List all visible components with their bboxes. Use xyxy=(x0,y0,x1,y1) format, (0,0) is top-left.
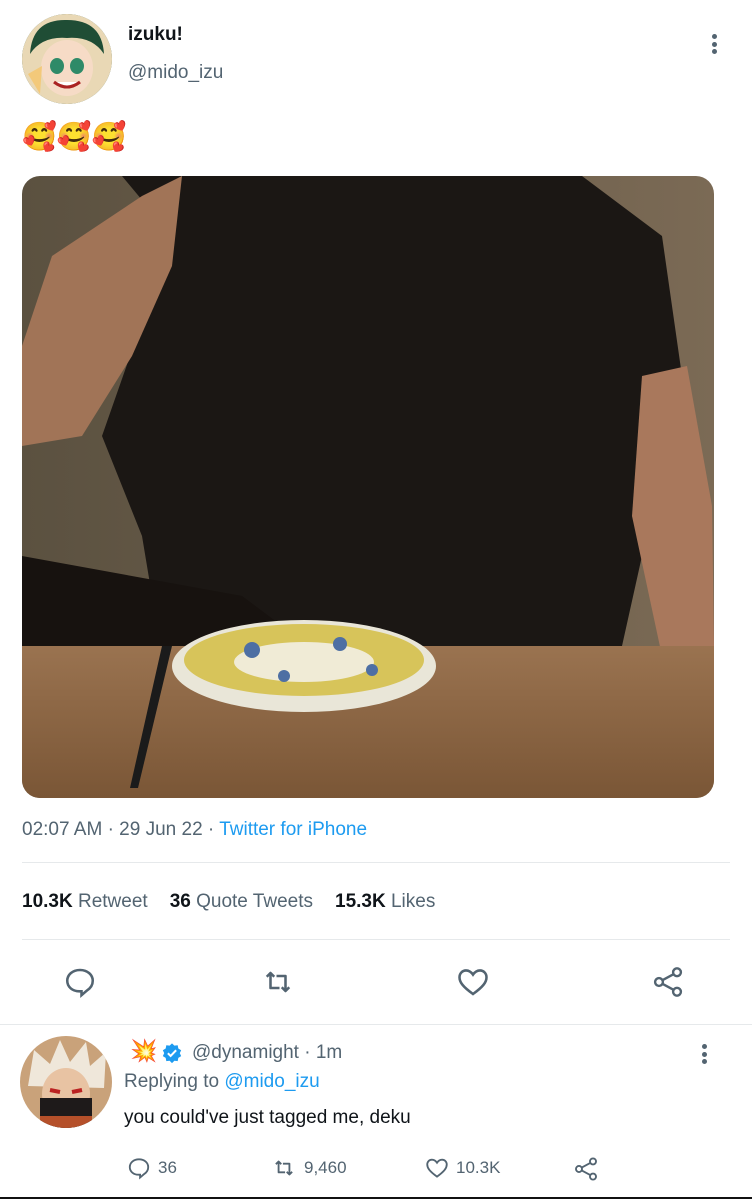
retweets-count: 10.3K xyxy=(22,891,73,912)
quotes-stat[interactable]: 36 Quote Tweets xyxy=(170,891,313,913)
tweet-source-link[interactable]: Twitter for iPhone xyxy=(219,819,367,840)
share-button[interactable] xyxy=(646,960,690,1004)
likes-count: 15.3K xyxy=(335,891,386,912)
reply-reply-button[interactable]: 36 xyxy=(126,1155,177,1181)
quotes-label: Quote Tweets xyxy=(196,891,313,912)
meta-separator: · xyxy=(207,819,220,840)
likes-stat[interactable]: 15.3K Likes xyxy=(335,891,435,913)
replying-to-line: Replying to @mido_izu xyxy=(124,1071,320,1093)
retweets-label: Retweet xyxy=(77,891,148,912)
retweet-button[interactable] xyxy=(256,960,300,1004)
meta-separator: · xyxy=(304,1042,316,1063)
reply-header: @dynamight · 1m xyxy=(192,1042,342,1064)
tweet-timestamp: 02:07 AM · 29 Jun 22 · Twitter for iPhon… xyxy=(22,819,367,841)
reply-retweets-count: 9,460 xyxy=(304,1158,347,1177)
reply-replies-count: 36 xyxy=(158,1158,177,1177)
reply-text: you could've just tagged me, deku xyxy=(124,1107,411,1128)
reply-likes-count: 10.3K xyxy=(456,1158,501,1177)
author-avatar-image xyxy=(22,14,112,104)
share-icon xyxy=(653,967,683,997)
tweet-time: 02:07 AM xyxy=(22,819,103,840)
reply-time: 1m xyxy=(315,1042,343,1063)
reply-retweet-button[interactable]: 9,460 xyxy=(270,1155,347,1181)
reply-handle[interactable]: @dynamight xyxy=(192,1042,299,1063)
divider xyxy=(22,939,730,940)
reply-share-button[interactable] xyxy=(572,1155,600,1183)
tweet-stats: 10.3K Retweet 36 Quote Tweets 15.3K Like… xyxy=(22,891,435,913)
reply-icon xyxy=(65,968,95,998)
tweet-text: 🥰🥰🥰 xyxy=(22,121,127,152)
tweet-photo-image xyxy=(22,176,714,798)
replying-to-handle-link[interactable]: @mido_izu xyxy=(224,1071,319,1092)
reply-avatar-image xyxy=(20,1036,112,1128)
quotes-count: 36 xyxy=(169,891,191,912)
retweet-icon xyxy=(275,1160,293,1176)
author-avatar[interactable] xyxy=(22,14,112,104)
reply-more-options-icon[interactable] xyxy=(692,1040,716,1068)
meta-separator: · xyxy=(107,819,120,840)
likes-label: Likes xyxy=(390,891,436,912)
verified-badge-icon xyxy=(161,1042,183,1069)
share-icon xyxy=(575,1157,597,1181)
reply-like-button[interactable]: 10.3K xyxy=(424,1155,500,1181)
bottom-edge xyxy=(0,1197,752,1199)
author-handle[interactable]: @mido_izu xyxy=(128,62,223,84)
like-icon xyxy=(458,969,488,996)
reply-button[interactable] xyxy=(58,960,102,1004)
tweet-photo[interactable] xyxy=(22,176,714,798)
divider xyxy=(22,862,730,863)
divider xyxy=(0,1024,752,1025)
like-button[interactable] xyxy=(451,960,495,1004)
retweet-icon xyxy=(265,971,291,993)
more-options-icon[interactable] xyxy=(702,30,726,58)
retweets-stat[interactable]: 10.3K Retweet xyxy=(22,891,148,913)
reply-name-emoji: 💥 xyxy=(130,1038,158,1063)
author-name[interactable]: izuku! xyxy=(128,24,183,46)
tweet-date: 29 Jun 22 xyxy=(119,819,203,840)
like-icon xyxy=(426,1158,448,1178)
replying-to-label: Replying to xyxy=(124,1071,220,1092)
reply-avatar[interactable] xyxy=(20,1036,112,1128)
reply-icon xyxy=(128,1158,150,1180)
